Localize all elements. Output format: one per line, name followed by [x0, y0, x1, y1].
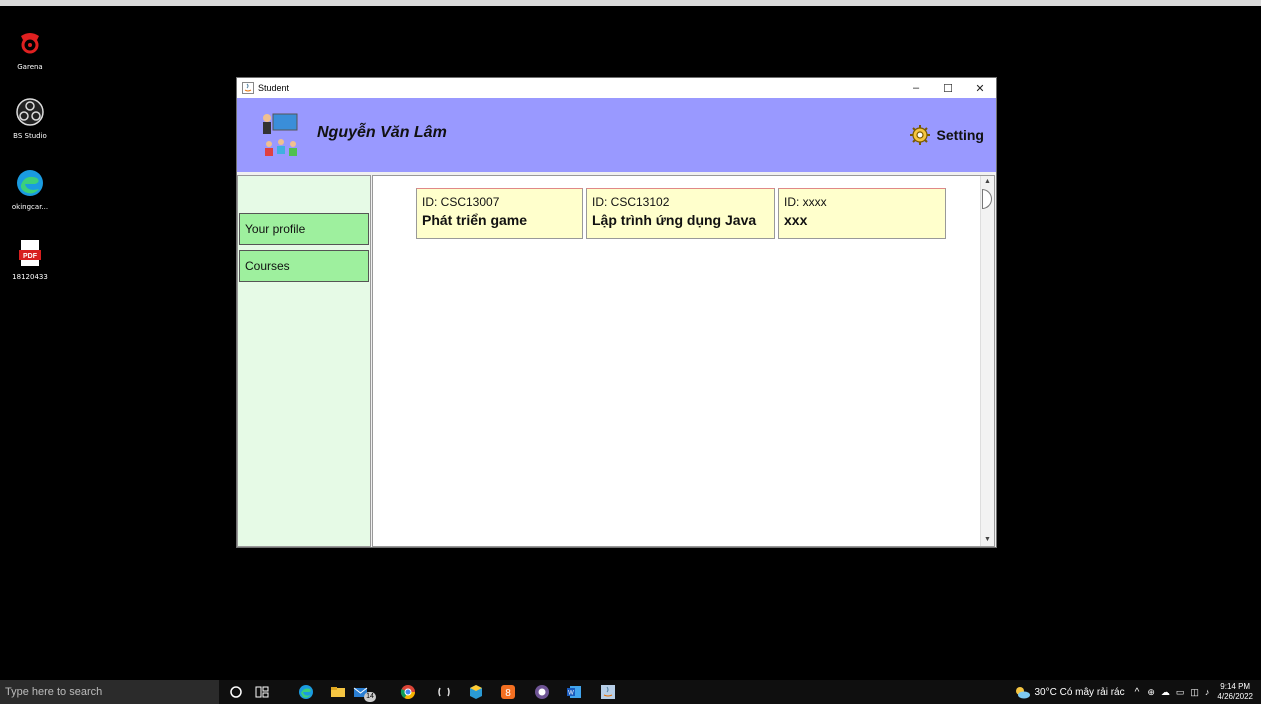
- sidebar-item-courses[interactable]: Courses: [239, 250, 369, 282]
- battery-icon[interactable]: ▭: [1176, 687, 1185, 698]
- network-icon[interactable]: ⊕: [1147, 687, 1155, 698]
- desktop-icon-obs[interactable]: BS Studio: [0, 97, 60, 140]
- desktop-icon-edge[interactable]: okingcar...: [0, 168, 60, 211]
- course-name: Phát triển game: [422, 212, 528, 228]
- window-title: Student: [258, 83, 290, 93]
- mail-badge: 14: [364, 692, 376, 702]
- chrome-icon[interactable]: [400, 684, 416, 700]
- screen-top-strip: [0, 0, 1261, 6]
- window-titlebar[interactable]: Student – ☐ ✕: [237, 78, 996, 98]
- courses-panel: ID: CSC13007 Phát triển game ID: CSC1310…: [372, 175, 995, 547]
- file-explorer-icon[interactable]: [330, 684, 346, 700]
- taskbar: Type here to search 14 8 W 30°C Có mây r…: [0, 680, 1261, 704]
- sidebar-item-label: Your profile: [245, 222, 306, 236]
- sidebar-item-your-profile[interactable]: Your profile: [239, 213, 369, 245]
- xampp-icon[interactable]: 8: [500, 684, 516, 700]
- app-cube-icon[interactable]: [468, 684, 484, 700]
- username-label: Nguyễn Văn Lâm: [317, 124, 447, 141]
- close-button[interactable]: ✕: [964, 78, 996, 98]
- desktop-icon-pdf[interactable]: PDF 18120433: [0, 238, 60, 281]
- course-card[interactable]: ID: xxxx xxx: [778, 188, 946, 239]
- vscode-icon[interactable]: [436, 684, 452, 700]
- course-id: ID: CSC13007: [422, 195, 500, 209]
- maximize-button[interactable]: ☐: [932, 78, 964, 98]
- setting-label: Setting: [936, 127, 984, 143]
- sidebar-item-label: Courses: [245, 259, 290, 273]
- garena-icon: [21, 33, 39, 54]
- volume-icon[interactable]: ♪: [1205, 687, 1210, 697]
- setting-button[interactable]: Setting: [909, 124, 984, 146]
- weather-cloud-icon[interactable]: [1014, 685, 1031, 699]
- desktop-icon-garena[interactable]: Garena: [0, 28, 60, 71]
- github-icon[interactable]: [534, 684, 550, 700]
- desktop-icon-label: BS Studio: [13, 132, 47, 140]
- task-view-icon[interactable]: [254, 684, 270, 700]
- app-header: Nguyễn Văn Lâm Setting: [237, 98, 996, 172]
- minimize-button[interactable]: –: [900, 78, 932, 98]
- course-name: xxx: [784, 212, 808, 228]
- sidebar: Your profile Courses: [237, 175, 371, 547]
- clock-date: 4/26/2022: [1217, 692, 1253, 701]
- course-name: Lập trình ứng dụng Java: [592, 212, 757, 228]
- scroll-down-arrow-icon[interactable]: ▼: [981, 534, 994, 546]
- edge-taskbar-icon[interactable]: [298, 684, 314, 700]
- java-taskbar-icon[interactable]: [600, 684, 616, 700]
- obs-icon: [16, 98, 44, 126]
- gear-icon: [909, 125, 930, 145]
- scroll-thumb[interactable]: [982, 189, 992, 209]
- svg-text:PDF: PDF: [23, 253, 38, 260]
- wifi-icon[interactable]: ◫: [1190, 687, 1199, 698]
- onedrive-icon[interactable]: ☁: [1161, 687, 1170, 698]
- cortana-icon[interactable]: [228, 684, 244, 700]
- course-card[interactable]: ID: CSC13007 Phát triển game: [416, 188, 583, 239]
- taskbar-search-input[interactable]: Type here to search: [0, 680, 219, 704]
- svg-text:W: W: [568, 691, 574, 697]
- pdf-file-icon: PDF: [19, 240, 41, 266]
- teacher-avatar-icon: [263, 113, 298, 156]
- system-tray: 30°C Có mây rải rác ^ ⊕ ☁ ▭ ◫ ♪ 9:14 PM …: [1014, 680, 1253, 704]
- chevron-up-icon[interactable]: ^: [1135, 687, 1140, 698]
- course-id: ID: CSC13102: [592, 195, 670, 209]
- student-window: Student – ☐ ✕ Nguyễn Văn Lâm Setting You…: [236, 77, 997, 548]
- clock-time: 9:14 PM: [1220, 682, 1251, 691]
- word-icon[interactable]: W: [566, 684, 582, 700]
- course-card[interactable]: ID: CSC13102 Lập trình ứng dụng Java: [586, 188, 775, 239]
- vertical-scrollbar[interactable]: ▲ ▼: [980, 176, 994, 546]
- edge-icon: [17, 170, 43, 196]
- svg-text:8: 8: [505, 688, 511, 699]
- desktop-icon-label: okingcar...: [11, 203, 49, 211]
- weather-text[interactable]: 30°C Có mây rải rác: [1034, 687, 1124, 698]
- course-id: ID: xxxx: [784, 195, 827, 209]
- java-app-icon: [242, 82, 254, 94]
- scroll-up-arrow-icon[interactable]: ▲: [981, 176, 994, 188]
- desktop-icon-label: Garena: [17, 63, 43, 71]
- taskbar-clock[interactable]: 9:14 PM 4/26/2022: [1217, 682, 1253, 702]
- desktop-icon-label: 18120433: [12, 273, 48, 281]
